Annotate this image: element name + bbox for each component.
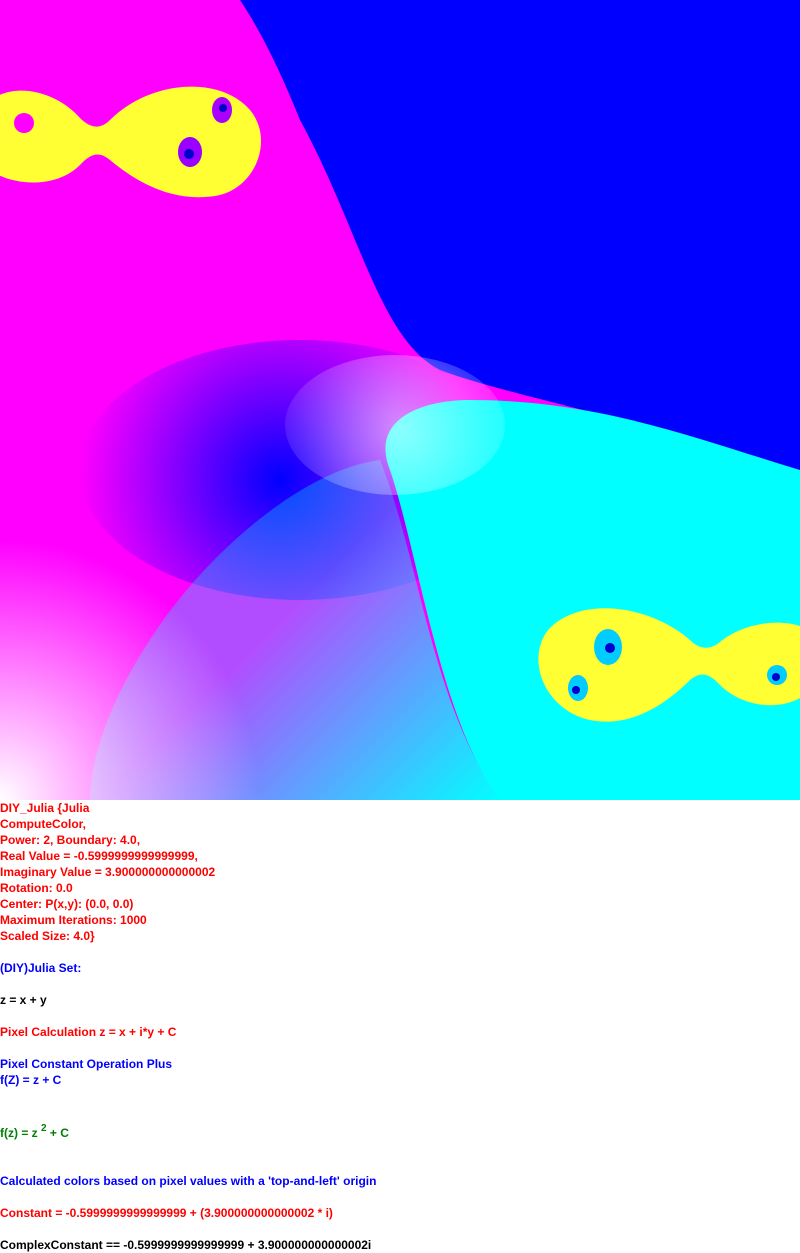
param-line-7: Center: P(x,y): (0.0, 0.0) (0, 897, 134, 911)
fz-prefix: f(z) = z (0, 1126, 38, 1140)
fractal-svg (0, 0, 800, 800)
colors-note: Calculated colors based on pixel values … (0, 1174, 377, 1188)
z-definition: z = x + y (0, 993, 47, 1007)
param-line-8: Maximum Iterations: 1000 (0, 913, 147, 927)
param-line-2: ComputeColor, (0, 817, 86, 831)
param-line-5: Imaginary Value = 3.900000000000002 (0, 865, 216, 879)
complex-constant-line: ComplexConstant == -0.5999999999999999 +… (0, 1238, 372, 1252)
julia-fractal-image (0, 0, 800, 800)
constant-operation: Pixel Constant Operation Plus (0, 1057, 173, 1071)
fz-power-formula: f(z) = z 2 + C (0, 1123, 69, 1143)
fz-suffix: + C (46, 1126, 69, 1140)
constant-line: Constant = -0.5999999999999999 + (3.9000… (0, 1206, 333, 1220)
white-corner-glow (0, 520, 300, 800)
fz-exponent: 2 (41, 1123, 47, 1134)
param-line-4: Real Value = -0.5999999999999999, (0, 849, 198, 863)
param-line-3: Power: 2, Boundary: 4.0, (0, 833, 141, 847)
param-line-9: Scaled Size: 4.0} (0, 929, 95, 943)
center-glow (285, 355, 505, 495)
param-line-6: Rotation: 0.0 (0, 881, 73, 895)
set-name: (DIY)Julia Set: (0, 961, 82, 975)
pixel-calculation: Pixel Calculation z = x + i*y + C (0, 1025, 177, 1039)
fz-plus-formula: f(Z) = z + C (0, 1073, 62, 1087)
param-line-1: DIY_Julia {Julia (0, 801, 90, 815)
parameters-panel: DIY_Julia {Julia ComputeColor, Power: 2,… (0, 800, 800, 1253)
